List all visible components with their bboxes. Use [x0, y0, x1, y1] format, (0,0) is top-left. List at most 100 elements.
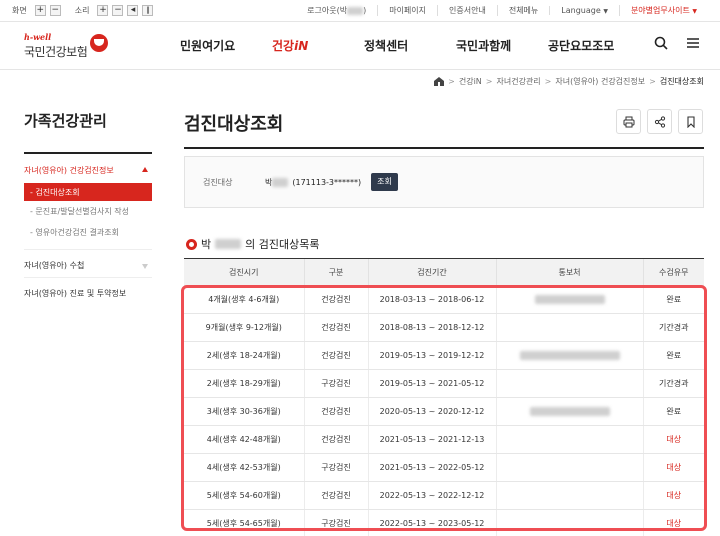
cell-type: 건강검진 — [303, 425, 368, 454]
cell-range: 2022-05-13 ~ 2022-12-12 — [367, 481, 496, 510]
cell-notice — [495, 313, 643, 342]
cell-type: 건강검진 — [303, 481, 368, 510]
allmenu-link[interactable]: 전체메뉴 — [496, 5, 549, 16]
cell-range: 2018-03-13 ~ 2018-06-12 — [367, 285, 496, 314]
volume-up-button[interactable]: + — [97, 5, 109, 16]
sidebar-item-treatment[interactable]: 자녀(영유아) 진료 및 투약정보 — [24, 277, 152, 299]
site-select[interactable]: 분야별업무사이트 ▼ — [618, 5, 708, 16]
sidebar-item-questionnaire[interactable]: - 문진표/발달선별검사지 작성 — [24, 201, 152, 222]
sidebar-item-label: 자녀(영유아) 수첩 — [24, 261, 85, 270]
table-row: 3세(생후 30-36개월) 건강검진 2020-05-13 ~ 2020-12… — [184, 397, 704, 426]
table-row: 5세(생후 54-60개월) 건강검진 2022-05-13 ~ 2022-12… — [184, 481, 704, 510]
chevron-down-icon: ▼ — [692, 8, 697, 15]
language-label: Language — [561, 6, 601, 15]
logout-link[interactable]: 로그아웃(박) — [296, 5, 377, 16]
volume-down-button[interactable]: − — [112, 5, 124, 16]
utility-links: 로그아웃(박) 마이페이지 인증서안내 전체메뉴 Language ▼ 분야별업… — [296, 5, 708, 16]
table-row: 2세(생후 18-29개월) 구강검진 2019-05-13 ~ 2021-05… — [184, 369, 704, 398]
breadcrumb-separator: > — [649, 77, 656, 86]
nav-item-about[interactable]: 공단요모조모 — [548, 37, 640, 54]
cell-range: 2020-05-13 ~ 2020-12-12 — [367, 397, 496, 426]
target-value: 박 (171113-3******) — [265, 177, 361, 188]
print-button[interactable] — [616, 109, 641, 134]
cell-notice — [495, 369, 643, 398]
list-title-suffix: 의 검진대상목록 — [245, 238, 320, 251]
table-row: 5세(생후 54-65개월) 구강검진 2022-05-13 ~ 2023-05… — [184, 509, 704, 536]
table-row: 4세(생후 42-53개월) 구강검진 2021-05-13 ~ 2022-05… — [184, 453, 704, 482]
sidebar-item-label: 자녀(영유아) 진료 및 투약정보 — [24, 289, 127, 298]
table-row: 4개월(생후 4-6개월) 건강검진 2018-03-13 ~ 2018-06-… — [184, 285, 704, 314]
nav-item-public[interactable]: 국민과함께 — [456, 37, 548, 54]
cell-status: 완료 — [642, 397, 704, 426]
cell-type: 구강검진 — [303, 453, 368, 482]
nav-health-suffix: iN — [294, 39, 309, 53]
mypage-link[interactable]: 마이페이지 — [377, 5, 437, 16]
cell-period: 5세(생후 54-60개월) — [184, 481, 304, 510]
sidebar-item-results[interactable]: - 영유아건강검진 결과조회 — [24, 222, 152, 243]
cell-type: 구강검진 — [303, 369, 368, 398]
breadcrumb-child-checkup[interactable]: 자녀(영유아) 건강검진정보 — [555, 76, 645, 87]
nav-item-civil[interactable]: 민원여기요 — [180, 37, 272, 54]
bookmark-button[interactable] — [678, 109, 703, 134]
col-notice: 통보처 — [495, 258, 643, 286]
checkup-table: 검진시기 구분 검진기간 통보처 수검유무 4개월(생후 4-6개월) 건강검진… — [184, 258, 704, 536]
sidebar-item-handbook[interactable]: 자녀(영유아) 수첩 — [24, 249, 152, 271]
page-actions — [616, 109, 703, 134]
breadcrumb-child-health[interactable]: 자녀건강관리 — [497, 76, 541, 87]
cell-type: 건강검진 — [303, 285, 368, 314]
screen-size-label: 화면 — [12, 6, 27, 15]
nav-item-policy[interactable]: 정책센터 — [364, 37, 456, 54]
speaker-icon[interactable]: ◂ — [127, 5, 139, 16]
cell-type: 건강검진 — [303, 397, 368, 426]
logout-text: 로그아웃(박 — [307, 6, 348, 15]
logout-suffix: ) — [363, 6, 367, 15]
cell-status: 기간경과 — [642, 369, 704, 398]
nav-item-health-in[interactable]: 건강iN — [272, 37, 364, 54]
cell-period: 2세(생후 18-29개월) — [184, 369, 304, 398]
query-button[interactable]: 조회 — [371, 173, 398, 191]
share-button[interactable] — [647, 109, 672, 134]
redacted-name — [215, 239, 242, 249]
breadcrumb-separator: > — [448, 77, 455, 86]
cell-status: 기간경과 — [642, 313, 704, 342]
home-icon[interactable] — [434, 77, 445, 86]
cell-range: 2019-05-13 ~ 2019-12-12 — [367, 341, 496, 370]
location-pin-icon — [186, 238, 197, 250]
redacted-notice — [519, 351, 620, 360]
col-range: 검진기간 — [367, 258, 496, 286]
cell-notice — [495, 453, 643, 482]
cell-range: 2019-05-13 ~ 2021-05-12 — [367, 369, 496, 398]
cell-range: 2021-05-13 ~ 2021-12-13 — [367, 425, 496, 454]
title-divider — [184, 147, 704, 149]
sidebar-title: 가족건강관리 — [24, 112, 107, 130]
cell-period: 3세(생후 30-36개월) — [184, 397, 304, 426]
redacted-name — [272, 178, 289, 187]
target-name: 박 — [265, 178, 273, 187]
chevron-down-icon: ▼ — [603, 8, 608, 15]
target-id: (171113-3******) — [292, 178, 362, 187]
site-logo[interactable]: h-well 국민건강보험 — [24, 30, 114, 64]
cell-status: 대상 — [642, 481, 704, 510]
language-select[interactable]: Language ▼ — [549, 6, 619, 15]
cert-link[interactable]: 인증서안내 — [437, 5, 497, 16]
page-title: 검진대상조회 — [184, 114, 284, 135]
cell-period: 4개월(생후 4-6개월) — [184, 285, 304, 314]
list-title: 박 의 검진대상목록 — [186, 236, 319, 252]
sound-label: 소리 — [74, 6, 90, 15]
zoom-out-button[interactable]: − — [49, 5, 61, 16]
search-icon[interactable] — [654, 36, 668, 50]
col-period: 검진시기 — [184, 258, 304, 286]
breadcrumb-health-in[interactable]: 건강iN — [459, 76, 482, 87]
share-icon — [654, 115, 665, 128]
sidebar-section-checkup[interactable]: 자녀(영유아) 건강검진정보 — [24, 162, 152, 179]
menu-icon[interactable] — [686, 36, 700, 50]
cell-notice — [495, 481, 643, 510]
sidebar-menu: 자녀(영유아) 건강검진정보 - 검진대상조회 - 문진표/발달선별검사지 작성… — [24, 162, 152, 299]
cell-status: 대상 — [642, 509, 704, 536]
pause-icon[interactable]: ‖ — [142, 5, 154, 16]
breadcrumb-separator: > — [485, 77, 493, 86]
cell-period: 4세(생후 42-53개월) — [184, 453, 304, 482]
sidebar-item-target-lookup[interactable]: - 검진대상조회 — [24, 183, 152, 201]
redacted-notice — [534, 295, 605, 304]
zoom-in-button[interactable]: + — [34, 5, 46, 16]
